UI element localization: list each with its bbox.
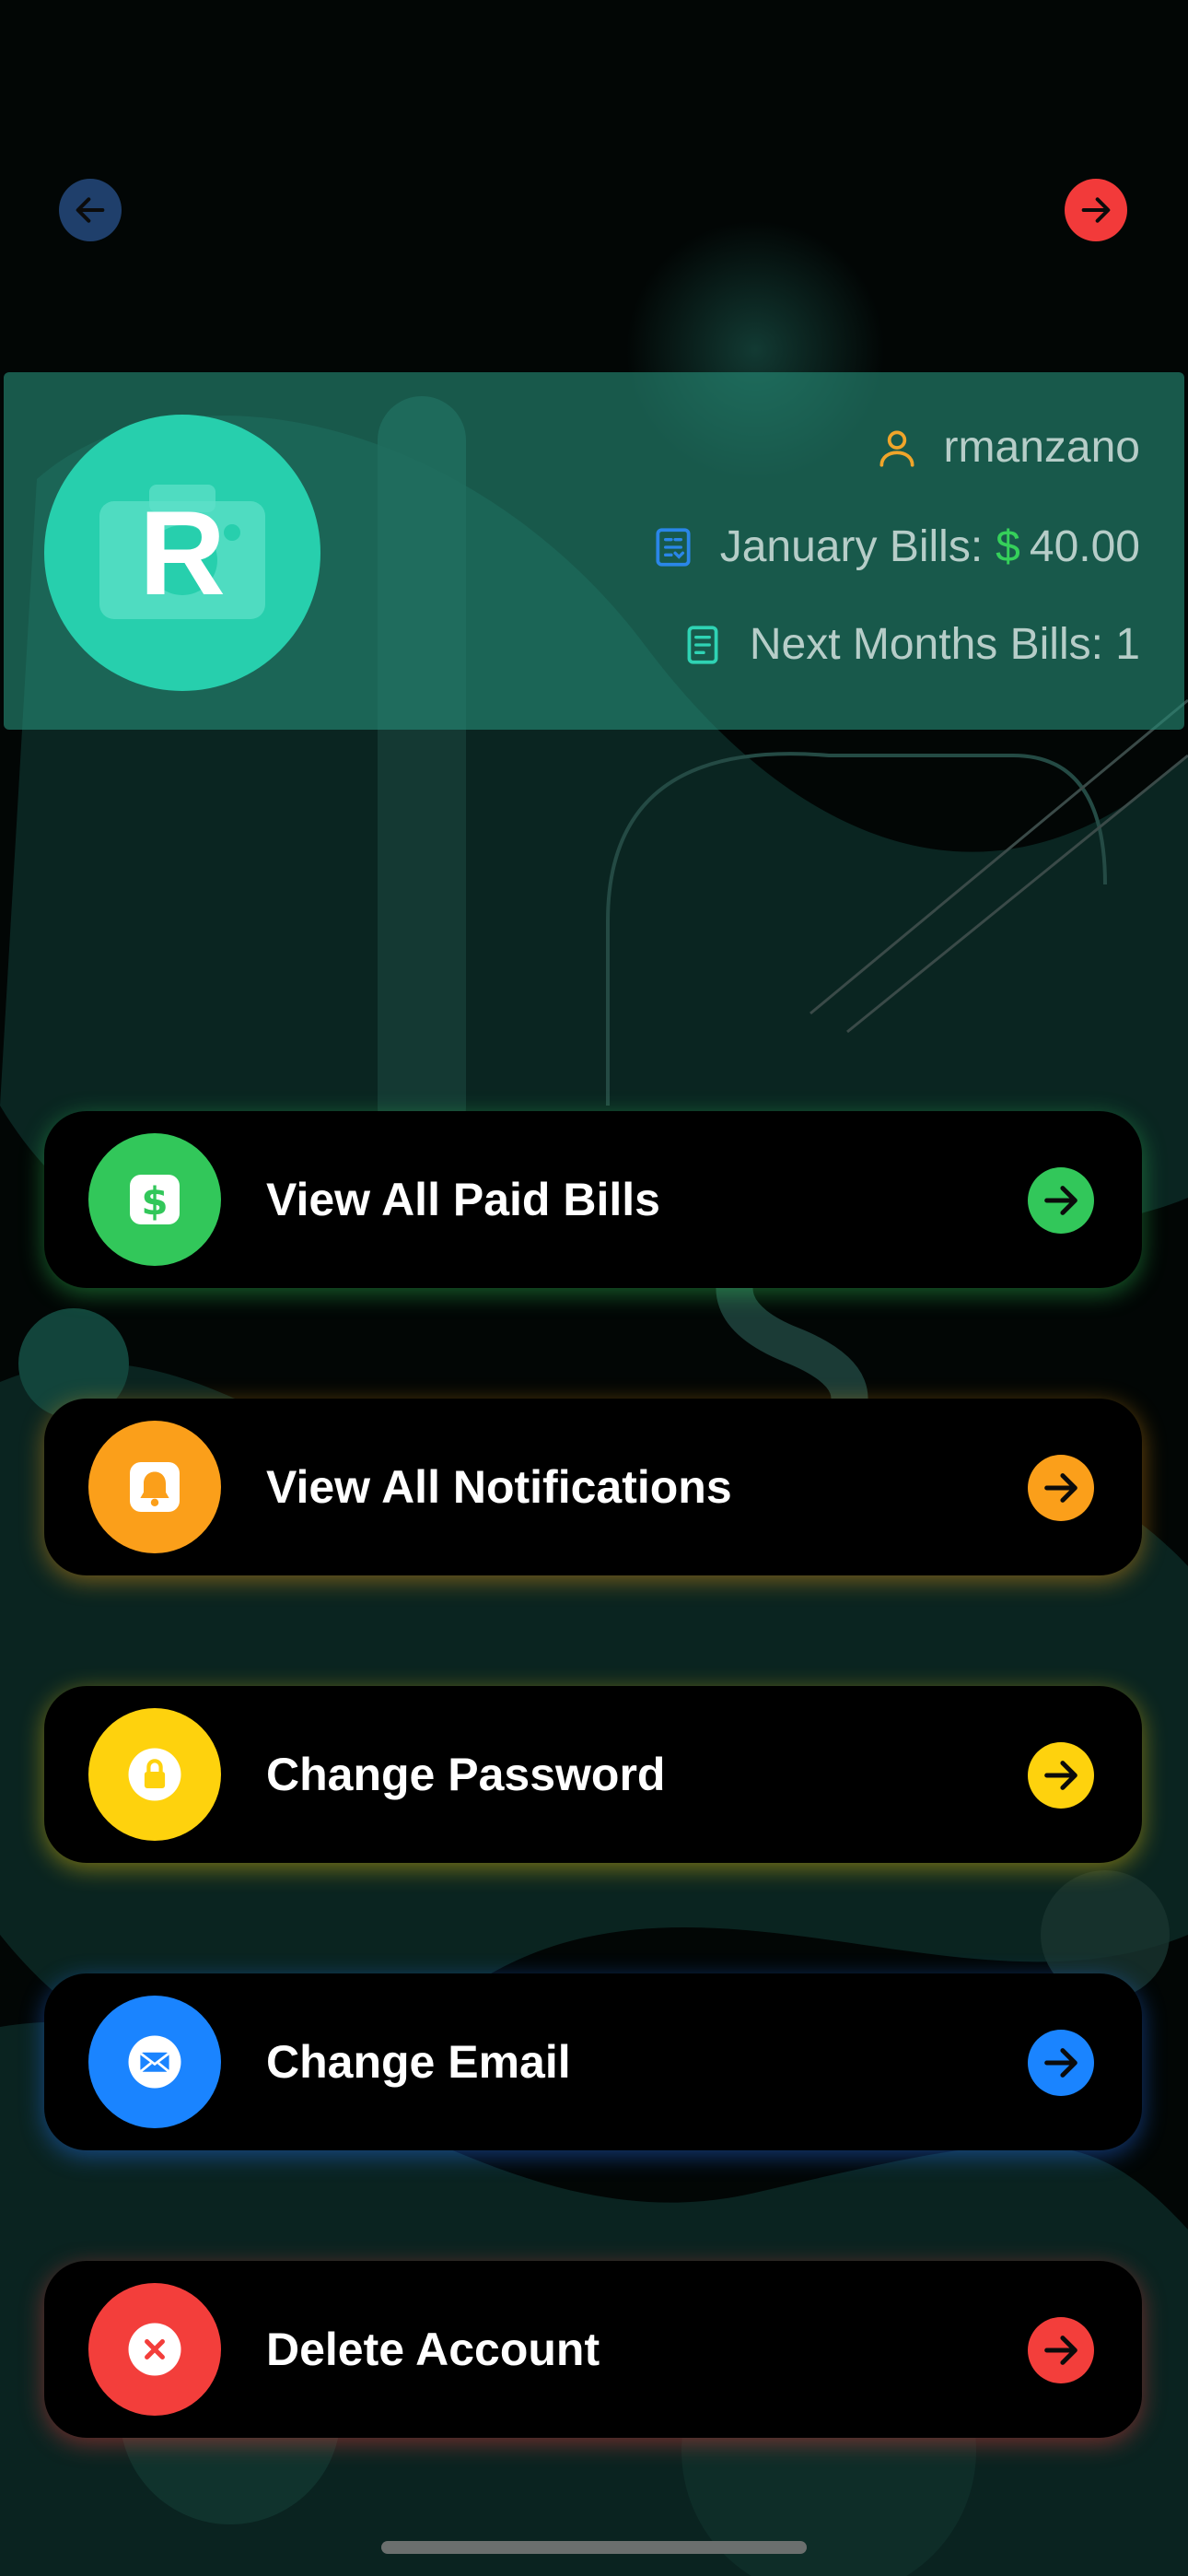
january-bills-label: January Bills: <box>719 522 984 571</box>
change-email-button[interactable]: Change Email <box>44 1973 1142 2150</box>
next-months-bills-text: Next Months Bills: 1 <box>749 620 1140 669</box>
arrow-right-icon <box>1077 192 1114 228</box>
username-text: rmanzano <box>943 423 1140 472</box>
arrow-left-icon <box>72 192 109 228</box>
dollar-icon: $ <box>88 1133 221 1266</box>
bill-card-icon <box>650 524 696 570</box>
bell-icon <box>88 1421 221 1553</box>
arrow-right-icon <box>1028 1742 1094 1809</box>
avatar[interactable]: R <box>44 415 320 691</box>
user-icon <box>874 425 920 471</box>
arrow-right-icon <box>1028 2317 1094 2383</box>
lock-icon <box>88 1708 221 1841</box>
change-password-label: Change Password <box>266 1749 666 1800</box>
change-email-label: Change Email <box>266 2036 571 2088</box>
january-bills-row: January Bills: $ 40.00 <box>650 521 1140 572</box>
view-notifications-button[interactable]: View All Notifications <box>44 1399 1142 1575</box>
document-icon <box>680 622 726 668</box>
january-bills-amount: 40.00 <box>1029 522 1140 571</box>
avatar-initial: R <box>139 486 226 620</box>
profile-card: R rmanzano January Bills: $ 40.00 Next M… <box>4 372 1184 730</box>
next-months-bills-row: Next Months Bills: 1 <box>680 619 1140 670</box>
arrow-right-icon <box>1028 1167 1094 1234</box>
view-paid-bills-button[interactable]: $ View All Paid Bills <box>44 1111 1142 1288</box>
view-notifications-label: View All Notifications <box>266 1461 732 1513</box>
home-indicator[interactable] <box>381 2541 807 2554</box>
view-paid-bills-label: View All Paid Bills <box>266 1174 660 1225</box>
username-row: rmanzano <box>874 422 1140 473</box>
back-button[interactable] <box>59 179 122 241</box>
svg-text:$: $ <box>141 1179 168 1224</box>
dollar-sign: $ <box>996 522 1020 571</box>
arrow-right-icon <box>1028 1455 1094 1521</box>
change-password-button[interactable]: Change Password <box>44 1686 1142 1863</box>
x-mark-icon <box>88 2283 221 2416</box>
arrow-right-icon <box>1028 2030 1094 2096</box>
delete-account-label: Delete Account <box>266 2324 600 2375</box>
forward-button[interactable] <box>1065 179 1127 241</box>
delete-account-button[interactable]: Delete Account <box>44 2261 1142 2438</box>
envelope-icon <box>88 1996 221 2128</box>
